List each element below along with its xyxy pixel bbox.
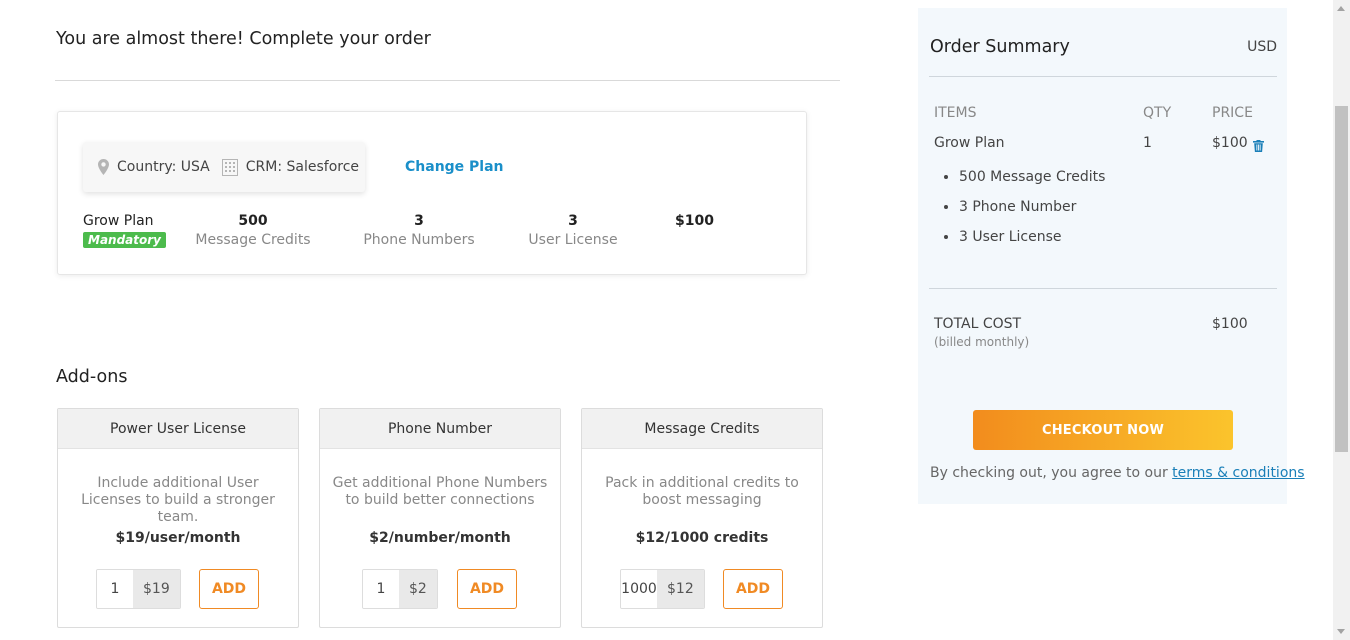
terms-link[interactable]: terms & conditions [1172,465,1304,481]
col-header-qty: QTY [1143,105,1172,121]
plan-stat-numbers: 3 Phone Numbers [349,213,489,248]
title-divider [55,80,840,81]
add-message-credits-button[interactable]: ADD [723,569,783,609]
addon-card-user-license: Power User License Include additional Us… [57,408,299,628]
scroll-down-arrow-icon[interactable] [1337,629,1345,634]
scrollbar-thumb[interactable] [1335,106,1348,452]
addon-description: Pack in additional credits to boost mess… [605,475,799,508]
summary-item-qty: 1 [1143,135,1152,151]
plan-stat-value: 500 [238,213,268,229]
plan-crm: CRM: Salesforce [245,159,360,175]
addon-qty-input[interactable] [97,570,133,608]
addon-price: $12/1000 credits [635,530,769,546]
plan-stat-value: 3 [414,213,424,229]
summary-divider [929,288,1277,289]
list-item: 3 Phone Number [959,198,1105,216]
addon-qty-total: $19 [133,570,180,608]
list-item: 500 Message Credits [959,168,1105,186]
plan-price: $100 [675,213,714,229]
checkout-button[interactable]: CHECKOUT NOW [973,410,1233,450]
plan-name-block: Grow Plan Mandatory [83,213,166,248]
addon-price: $2/number/month [369,530,511,546]
plan-stat-credits: 500 Message Credits [183,213,323,248]
addon-name: Phone Number [320,409,560,449]
addon-name: Message Credits [582,409,822,449]
plan-stat-value: 3 [568,213,578,229]
currency-label: USD [1247,39,1277,55]
building-icon [221,158,238,176]
plan-includes-list: 500 Message Credits 3 Phone Number 3 Use… [959,168,1105,258]
addon-description: Get additional Phone Numbers to build be… [332,475,548,508]
billing-period: (billed monthly) [934,335,1030,349]
list-item: 3 User License [959,228,1105,246]
terms-notice: By checking out, you agree to our terms … [930,465,1305,481]
addon-qty-group: $19 [96,569,181,609]
summary-item-name: Grow Plan [934,135,1005,151]
col-header-price: PRICE [1212,105,1253,121]
addon-card-phone-number: Phone Number Get additional Phone Number… [319,408,561,628]
plan-stat-license: 3 User License [503,213,643,248]
scrollbar[interactable] [1333,0,1350,640]
change-plan-link[interactable]: Change Plan [405,159,504,175]
total-cost-value: $100 [1212,316,1248,332]
summary-divider [929,76,1277,77]
location-pin-icon [98,159,109,175]
addon-name: Power User License [58,409,298,449]
plan-card: Country: USA CRM: Salesforce Change Plan… [57,111,807,275]
addon-qty-input[interactable] [363,570,399,608]
plan-stat-label: Message Credits [195,232,311,248]
addon-qty-total: $2 [399,570,437,608]
order-summary-title: Order Summary [930,37,1070,57]
plan-name: Grow Plan [83,213,154,229]
terms-notice-text: By checking out, you agree to our [930,465,1173,481]
order-summary-panel: Order Summary USD ITEMS QTY PRICE Grow P… [918,8,1305,504]
total-cost-label: TOTAL COST [934,316,1022,332]
addon-qty-input[interactable] [621,570,657,608]
addon-qty-group: $12 [620,569,705,609]
page-title: You are almost there! Complete your orde… [56,29,431,49]
addon-card-message-credits: Message Credits Pack in additional credi… [581,408,823,628]
mandatory-badge: Mandatory [83,232,166,248]
addon-qty-group: $2 [362,569,438,609]
addon-qty-total: $12 [657,570,704,608]
plan-stat-label: Phone Numbers [363,232,475,248]
plan-stat-label: User License [528,232,618,248]
add-phone-number-button[interactable]: ADD [457,569,517,609]
plan-meta: Country: USA CRM: Salesforce [83,142,365,192]
add-user-license-button[interactable]: ADD [199,569,259,609]
scroll-up-arrow-icon[interactable] [1337,6,1345,11]
col-header-items: ITEMS [934,105,977,121]
addon-price: $19/user/month [115,530,241,546]
trash-icon[interactable] [1253,137,1264,156]
addons-title: Add-ons [56,367,128,387]
plan-country: Country: USA [117,159,210,175]
summary-item-price: $100 [1212,135,1248,151]
addon-description: Include additional User Licenses to buil… [81,475,275,525]
